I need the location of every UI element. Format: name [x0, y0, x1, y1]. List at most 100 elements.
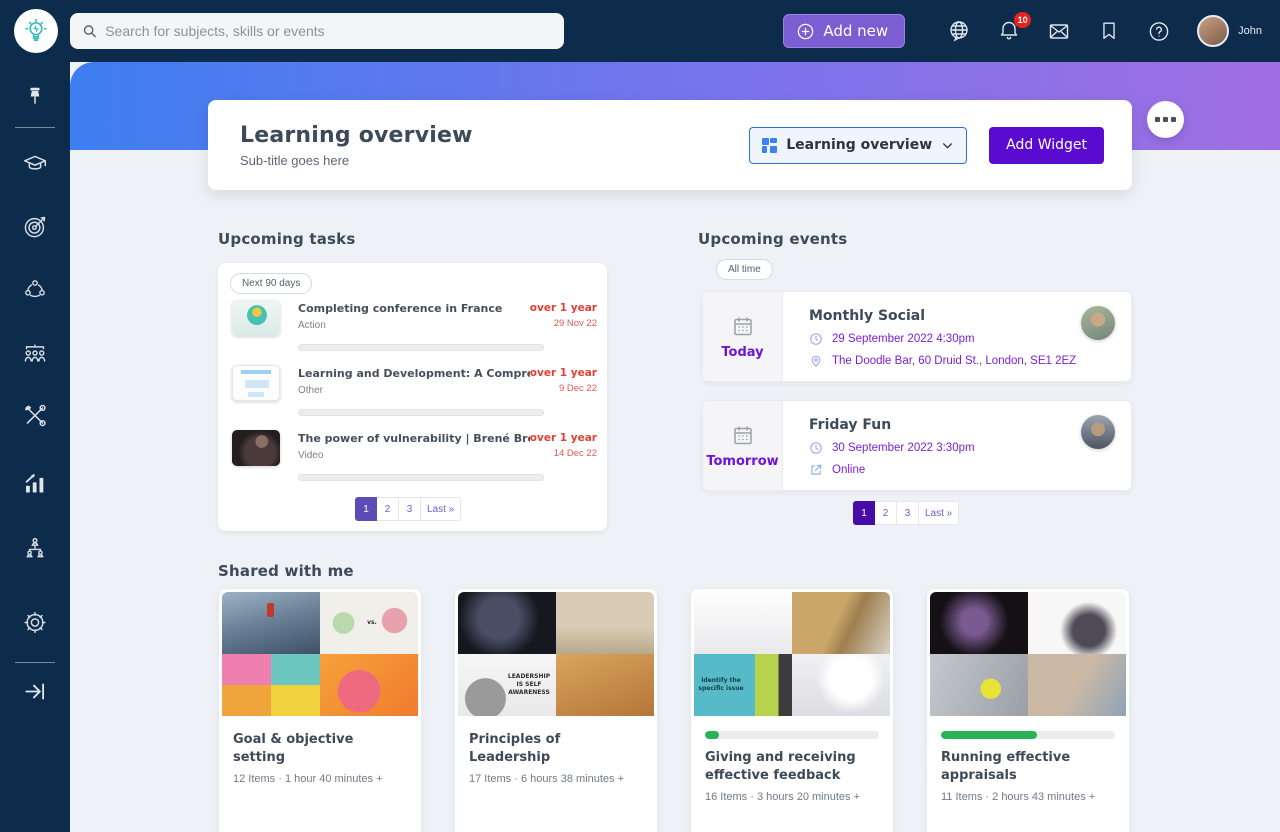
- event-day-panel: Tomorrow: [703, 401, 783, 490]
- graduation-cap-icon[interactable]: [22, 151, 48, 182]
- sidebar-divider: [15, 127, 55, 128]
- collage-image: LEADERSHIP IS SELF AWARENESS: [458, 654, 556, 716]
- upcoming-tasks-widget: Next 90 days Completing conference in Fr…: [218, 263, 607, 531]
- notifications-bell-icon[interactable]: 10: [997, 19, 1021, 43]
- user-menu[interactable]: John: [1197, 15, 1262, 47]
- events-heading: Upcoming events: [698, 230, 847, 248]
- user-name: John: [1238, 25, 1262, 37]
- course-meta: 16 Items · 3 hours 20 minutes +: [705, 791, 879, 803]
- task-type: Action: [298, 320, 530, 331]
- task-type: Video: [298, 450, 530, 461]
- course-thumbnail-collage: [930, 592, 1126, 716]
- collage-image: [1028, 592, 1126, 654]
- main-content: Learning overview Sub-title goes here Le…: [70, 62, 1280, 832]
- task-due-date: 14 Dec 22: [530, 448, 597, 459]
- page-button-last[interactable]: Last »: [919, 501, 959, 525]
- event-card[interactable]: Tomorrow Friday Fun 30 September 2022 3:…: [702, 400, 1132, 491]
- tasks-heading: Upcoming tasks: [218, 230, 355, 248]
- plus-circle-icon: [796, 22, 815, 41]
- collage-image: [222, 592, 320, 654]
- collage-image: [694, 592, 792, 654]
- course-progress-fill: [941, 731, 1037, 739]
- collage-image: [458, 592, 556, 654]
- collage-image: [792, 592, 890, 654]
- task-progress-bar: [298, 344, 544, 351]
- event-datetime: 30 September 2022 3:30pm: [832, 442, 975, 454]
- course-title: Goal & objective setting: [233, 731, 407, 767]
- shared-course-card[interactable]: LEADERSHIP IS SELF AWARENESS Principles …: [454, 588, 658, 832]
- page-button-3[interactable]: 3: [399, 497, 421, 521]
- course-thumbnail-collage: LEADERSHIP IS SELF AWARENESS: [458, 592, 654, 716]
- tasks-filter-pill[interactable]: Next 90 days: [230, 273, 312, 294]
- event-day-label: Today: [721, 345, 763, 360]
- course-meta: 11 Items · 2 hours 43 minutes +: [941, 791, 1115, 803]
- dashboard-grid-icon: [762, 138, 777, 153]
- global-search: [70, 13, 564, 49]
- task-due-date: 29 Nov 22: [530, 318, 597, 329]
- add-new-button[interactable]: Add new: [783, 14, 905, 48]
- course-title: Giving and receiving effective feedback: [705, 749, 879, 785]
- team-icon[interactable]: [22, 339, 49, 371]
- page-button-last[interactable]: Last »: [421, 497, 461, 521]
- events-filter-pill[interactable]: All time: [716, 259, 773, 280]
- chevron-down-icon: [941, 139, 954, 152]
- lightbulb-icon: [22, 17, 50, 45]
- notification-badge: 10: [1014, 12, 1031, 28]
- task-type: Other: [298, 385, 530, 396]
- event-day-label: Tomorrow: [706, 454, 778, 469]
- mail-icon[interactable]: [1047, 19, 1071, 43]
- page-button-2[interactable]: 2: [377, 497, 399, 521]
- task-row[interactable]: The power of vulnerability | Brené Brown…: [232, 430, 597, 488]
- more-options-button[interactable]: [1147, 101, 1184, 138]
- app-logo[interactable]: [14, 9, 58, 53]
- shared-course-card[interactable]: Running effective appraisals 11 Items · …: [926, 588, 1130, 832]
- task-row[interactable]: Learning and Development: A Comprehensiv…: [232, 365, 597, 423]
- course-meta: 12 Items · 1 hour 40 minutes +: [233, 773, 407, 785]
- task-thumbnail: [232, 300, 280, 336]
- course-thumbnail-collage: Identify the specific issue: [694, 592, 890, 716]
- course-thumbnail-collage: vs.: [222, 592, 418, 716]
- task-due-status: over 1 year: [530, 367, 597, 379]
- pushpin-icon[interactable]: [24, 86, 46, 113]
- external-link-icon: [809, 463, 823, 477]
- course-title: Principles of Leadership: [469, 731, 643, 767]
- left-sidebar: [0, 62, 70, 832]
- calendar-icon: [731, 423, 755, 447]
- navbar-actions: Add new 10: [783, 0, 1262, 62]
- people-circle-icon[interactable]: [22, 277, 48, 308]
- collage-image: vs.: [320, 592, 418, 654]
- search-input[interactable]: [105, 23, 552, 39]
- target-icon[interactable]: [22, 213, 49, 245]
- help-icon[interactable]: [1147, 19, 1171, 43]
- page-button-1[interactable]: 1: [853, 501, 875, 525]
- course-title: Running effective appraisals: [941, 749, 1115, 785]
- gear-icon[interactable]: [22, 609, 49, 641]
- chart-icon[interactable]: [22, 470, 49, 502]
- collapse-arrow-icon[interactable]: [22, 679, 48, 710]
- collage-image: Identify the specific issue: [694, 654, 792, 716]
- add-widget-button[interactable]: Add Widget: [989, 127, 1104, 164]
- shared-course-card[interactable]: Identify the specific issue Giving and r…: [690, 588, 894, 832]
- task-row[interactable]: Completing conference in France Action o…: [232, 300, 597, 358]
- calendar-icon: [731, 314, 755, 338]
- page-button-1[interactable]: 1: [355, 497, 377, 521]
- page-header-card: Learning overview Sub-title goes here Le…: [208, 100, 1132, 190]
- task-thumbnail: [232, 430, 280, 466]
- event-card[interactable]: Today Monthly Social 29 September 2022 4…: [702, 291, 1132, 382]
- hierarchy-icon[interactable]: [22, 535, 48, 566]
- bookmark-icon[interactable]: [1097, 19, 1121, 43]
- clock-icon: [809, 441, 823, 455]
- page-button-3[interactable]: 3: [897, 501, 919, 525]
- collage-image: [320, 654, 418, 716]
- shared-course-card[interactable]: vs. Goal & objective setting 12 Items · …: [218, 588, 422, 832]
- page-button-2[interactable]: 2: [875, 501, 897, 525]
- tools-icon[interactable]: [22, 403, 48, 434]
- course-meta: 17 Items · 6 hours 38 minutes +: [469, 773, 643, 785]
- event-organizer-avatar: [1081, 415, 1115, 449]
- globe-icon[interactable]: [947, 19, 971, 43]
- course-progress-bar: [705, 731, 879, 739]
- user-avatar: [1197, 15, 1229, 47]
- events-pagination: 1 2 3 Last »: [853, 501, 959, 525]
- view-selector-dropdown[interactable]: Learning overview: [749, 127, 967, 164]
- collage-image: [930, 654, 1028, 716]
